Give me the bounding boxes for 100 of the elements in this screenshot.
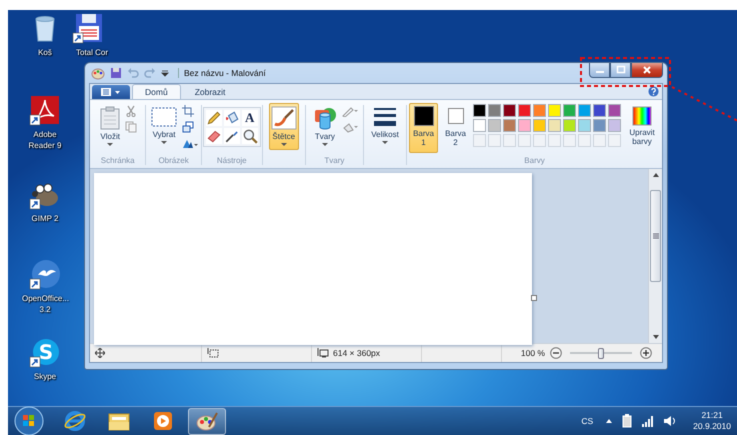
show-hidden-icons-button[interactable] — [605, 418, 614, 424]
language-indicator[interactable]: CS — [581, 416, 594, 426]
clock[interactable]: 21:21 20.9.2010 — [693, 410, 731, 432]
caret-icon[interactable] — [382, 141, 388, 145]
color-swatch[interactable] — [593, 119, 606, 132]
palette-icon[interactable] — [91, 66, 105, 80]
menu-icon[interactable] — [100, 88, 122, 96]
window-title: Bez názvu - Malování — [178, 68, 266, 78]
zoom-out-button[interactable] — [550, 347, 562, 359]
desktop-icon-label: Total Cor — [75, 47, 110, 58]
vertical-scrollbar[interactable] — [648, 169, 662, 343]
device-icon[interactable] — [621, 414, 634, 428]
maximize-button[interactable] — [610, 63, 631, 78]
close-button[interactable] — [631, 63, 663, 78]
ribbon-tab[interactable]: Domů — [132, 84, 181, 99]
canvas-size-label: 614 × 360px — [333, 348, 380, 358]
pencil-icon[interactable] — [206, 110, 222, 126]
text-tool-button[interactable]: A — [242, 110, 258, 126]
caret-icon[interactable] — [107, 143, 114, 147]
caret-icon[interactable] — [322, 143, 328, 147]
color-swatch[interactable] — [548, 119, 562, 132]
help-icon[interactable] — [648, 86, 659, 97]
color-slot-button[interactable]: Barva 1 — [409, 103, 438, 153]
outline-icon[interactable] — [342, 105, 358, 117]
crop-icon[interactable] — [182, 105, 194, 117]
start-button[interactable] — [14, 406, 44, 435]
document-icon[interactable] — [29, 94, 61, 126]
brushes-button[interactable]: Štětce — [268, 103, 299, 150]
color-swatch[interactable] — [608, 119, 622, 132]
select-button[interactable]: Vybrat — [149, 103, 180, 148]
caret-icon[interactable] — [161, 141, 168, 145]
speaker-icon[interactable] — [663, 415, 678, 427]
ribbon-tab[interactable]: Zobrazit — [182, 84, 238, 99]
letter-e-icon — [63, 409, 87, 433]
group-label: Schránka — [100, 155, 135, 167]
grip-icon[interactable] — [652, 233, 658, 239]
taskbar-button[interactable] — [188, 408, 226, 434]
bird-icon[interactable] — [29, 258, 61, 290]
brush-icon[interactable] — [270, 106, 297, 130]
rainbow-icon[interactable] — [632, 106, 652, 126]
group-label: Barvy — [524, 155, 545, 167]
selection-icon — [207, 348, 219, 358]
eraser-icon[interactable] — [206, 128, 222, 144]
color-swatch[interactable] — [578, 119, 592, 132]
shapes-icon[interactable] — [312, 106, 337, 130]
color-swatch[interactable] — [518, 104, 532, 117]
close-icon[interactable] — [642, 65, 652, 75]
color-swatch[interactable] — [533, 119, 546, 132]
color-swatch[interactable] — [563, 104, 576, 117]
caret-icon[interactable] — [280, 143, 287, 147]
signal-bars-icon[interactable] — [641, 415, 656, 427]
line-width-icon[interactable] — [373, 106, 398, 128]
dropdown-arrow-icon[interactable] — [161, 69, 169, 77]
minimize-button[interactable] — [589, 63, 610, 78]
move-cross-icon — [95, 348, 105, 358]
color-picker-icon[interactable] — [224, 128, 240, 144]
color-swatch[interactable] — [473, 119, 486, 132]
edit-colors-button[interactable]: Upravit barvy — [624, 103, 660, 149]
magnifier-icon[interactable] — [242, 128, 258, 144]
color-swatch[interactable] — [488, 104, 502, 117]
play-icon — [151, 409, 175, 433]
zoom-in-button[interactable] — [640, 347, 652, 359]
resize-icon[interactable] — [182, 121, 194, 133]
desktop-icon-label: Koš — [37, 47, 53, 58]
scroll-thumb[interactable] — [650, 190, 661, 282]
color-swatch[interactable] — [578, 104, 592, 117]
color-swatch[interactable] — [563, 119, 576, 132]
desktop-icon-label: Skype — [32, 371, 58, 382]
group-label: Nástroje — [216, 155, 247, 167]
scroll-down-icon[interactable] — [652, 334, 660, 340]
dashed-rectangle-icon[interactable] — [151, 106, 178, 128]
shapes-button[interactable]: Tvary — [310, 103, 339, 150]
zoom-slider-thumb[interactable] — [598, 348, 604, 358]
app-menu-button[interactable] — [92, 85, 130, 99]
resize-handle[interactable] — [531, 295, 537, 301]
desktop-icon-label: Adobe Reader 9 — [28, 129, 62, 151]
size-button[interactable]: Velikost — [369, 103, 401, 148]
color-slot-button[interactable]: Barva 2 — [441, 103, 470, 153]
clipboard-icon[interactable] — [100, 106, 120, 130]
floppy-disk-icon[interactable] — [72, 12, 104, 44]
color-swatch[interactable] — [608, 104, 622, 117]
dotted-leader-line — [672, 86, 737, 122]
paint-bucket-icon[interactable] — [224, 110, 240, 126]
zoom-percent-label: 100 % — [520, 348, 545, 358]
canvas-size-icon — [317, 348, 329, 358]
desktop-icon-label: OpenOffice... 3.2 — [22, 293, 68, 315]
color-swatch[interactable] — [488, 119, 502, 132]
color-swatch[interactable] — [473, 104, 486, 117]
color-swatch[interactable] — [593, 104, 606, 117]
color-swatch[interactable] — [548, 104, 562, 117]
group-label: Tvary — [324, 155, 344, 167]
paste-button[interactable]: Vložit — [98, 103, 122, 150]
color-swatch[interactable] — [518, 119, 532, 132]
desktop-icon-label: GIMP 2 — [30, 213, 60, 224]
fill-icon[interactable] — [342, 121, 358, 133]
color-swatch[interactable] — [503, 104, 516, 117]
scroll-up-icon[interactable] — [652, 172, 660, 178]
scissors-icon[interactable] — [125, 105, 138, 117]
color-swatch[interactable] — [503, 119, 516, 132]
color-swatch[interactable] — [533, 104, 546, 117]
